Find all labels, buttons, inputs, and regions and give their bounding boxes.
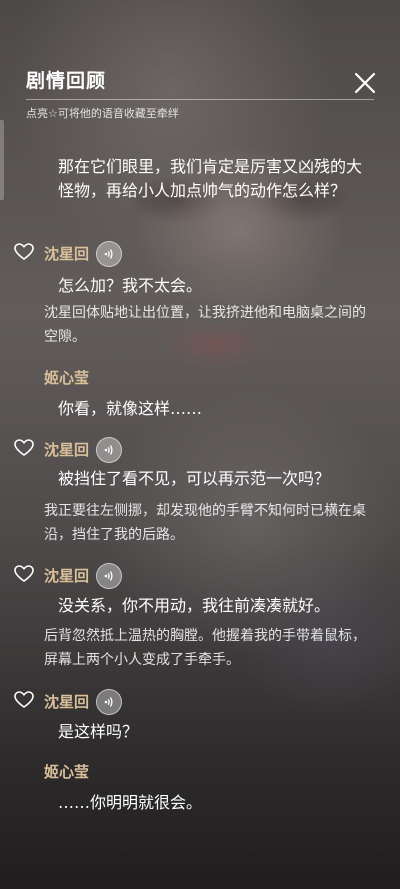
dialogue-text: 怎么加？我不太会。 <box>58 276 203 295</box>
voice-play-button[interactable] <box>96 241 122 267</box>
dialogue-list[interactable]: 那在它们眼里，我们肯定是厉害又凶残的大怪物，再给小人加点帅气的动作怎么样？ 沈星… <box>0 135 400 889</box>
close-icon <box>354 72 376 94</box>
header-divider <box>26 99 374 100</box>
voice-play-icon <box>104 571 113 581</box>
voice-play-button[interactable] <box>96 437 122 463</box>
favorite-toggle[interactable] <box>14 690 34 710</box>
dialogue-text: ……你明明就很会。 <box>58 793 203 812</box>
voice-play-button[interactable] <box>96 689 122 715</box>
dialogue-text: 那在它们眼里，我们肯定是厉害又凶残的大怪物，再给小人加点帅气的动作怎么样？ <box>58 157 363 200</box>
dialogue-text: 是这样吗？ <box>58 722 139 741</box>
speaker-name: 沈星回 <box>44 693 90 711</box>
dialogue-text: 你看，就像这样…… <box>58 399 203 418</box>
favorite-hint: 点亮☆可将他的语音收藏至牵绊 <box>26 107 179 120</box>
speaker-name: 姬心莹 <box>44 763 90 781</box>
voice-play-icon <box>104 445 113 455</box>
page-title: 剧情回顾 <box>26 70 107 92</box>
heart-outline-icon <box>14 565 34 582</box>
dialogue-text: 被挡住了看不见，可以再示范一次吗？ <box>58 469 331 488</box>
review-header: 剧情回顾 点亮☆可将他的语音收藏至牵绊 <box>0 0 400 130</box>
close-button[interactable] <box>352 70 378 96</box>
favorite-toggle[interactable] <box>14 242 34 262</box>
voice-play-icon <box>104 697 113 707</box>
narration-text: 我正要往左侧挪，却发现他的手臂不知何时已横在桌沿，挡住了我的后路。 <box>44 503 366 543</box>
heart-outline-icon <box>14 243 34 260</box>
narration-text: 沈星回体贴地让出位置，让我挤进他和电脑桌之间的空隙。 <box>44 305 366 345</box>
heart-outline-icon <box>14 691 34 708</box>
speaker-name: 沈星回 <box>44 441 90 459</box>
heart-outline-icon <box>14 439 34 456</box>
narration-text: 后背忽然抵上温热的胸膛。他握着我的手带着鼠标，屏幕上两个小人变成了手牵手。 <box>44 628 366 668</box>
dialogue-text: 没关系，你不用动，我往前凑凑就好。 <box>58 596 331 615</box>
voice-play-icon <box>104 249 113 259</box>
speaker-name: 沈星回 <box>44 245 90 263</box>
speaker-name: 沈星回 <box>44 567 90 585</box>
favorite-toggle[interactable] <box>14 438 34 458</box>
voice-play-button[interactable] <box>96 563 122 589</box>
speaker-name: 姬心莹 <box>44 369 90 387</box>
favorite-toggle[interactable] <box>14 564 34 584</box>
